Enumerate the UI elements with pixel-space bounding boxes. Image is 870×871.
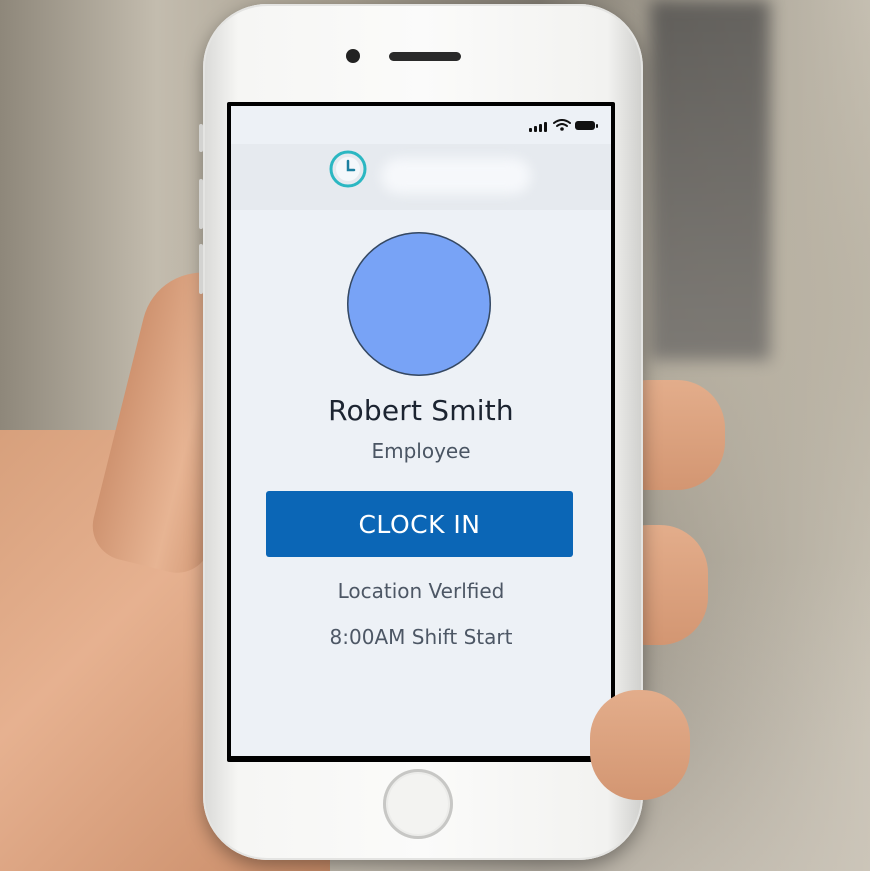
- clock-in-button[interactable]: CLOCK IN: [266, 491, 573, 557]
- cellular-signal-icon: [529, 122, 547, 132]
- background-doorway: [650, 0, 770, 360]
- avatar: [347, 232, 491, 376]
- shift-start-time: 8:00AM Shift Start: [329, 625, 513, 649]
- mute-switch: [199, 124, 203, 152]
- wifi-icon: [553, 119, 571, 131]
- status-bar: [231, 106, 611, 144]
- employee-role: Employee: [371, 439, 471, 463]
- home-button[interactable]: [383, 769, 453, 839]
- earpiece-speaker: [389, 52, 461, 61]
- phone-screen: Robert Smith Employee CLOCK IN Location …: [227, 102, 615, 762]
- volume-up-button: [199, 179, 203, 229]
- battery-icon: [575, 121, 598, 130]
- location-status: Location Verlfied: [337, 579, 505, 603]
- header-title-redacted: [381, 158, 531, 194]
- volume-down-button: [199, 244, 203, 294]
- smartphone: Robert Smith Employee CLOCK IN Location …: [199, 4, 643, 860]
- app-display: Robert Smith Employee CLOCK IN Location …: [231, 106, 611, 756]
- clock-icon: [329, 150, 367, 188]
- front-camera: [346, 49, 360, 63]
- photo-scene: Robert Smith Employee CLOCK IN Location …: [0, 0, 870, 871]
- employee-name: Robert Smith: [328, 394, 514, 427]
- hand-finger-ring: [590, 690, 690, 800]
